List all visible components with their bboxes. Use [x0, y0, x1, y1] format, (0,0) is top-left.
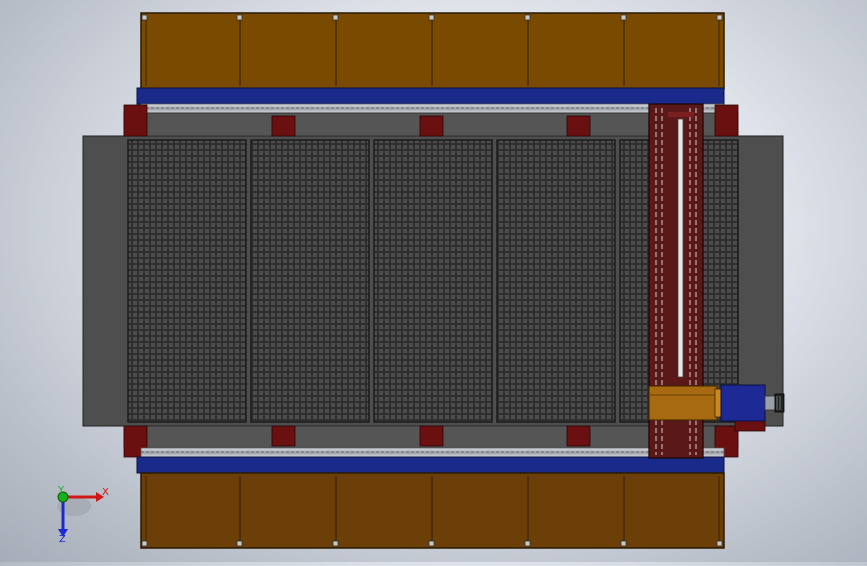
triad-y-label: Y [57, 485, 65, 496]
coordinate-triad: X Y Z [57, 485, 109, 545]
triad-x-label: X [102, 487, 109, 498]
model-view: X Y Z [57, 12, 785, 549]
cad-viewport[interactable]: X Y Z [0, 0, 867, 562]
triad-z-label: Z [59, 534, 66, 545]
bottom-wood-crate [140, 472, 725, 549]
top-blue-rail [136, 87, 725, 105]
cutting-grid-panels [127, 139, 739, 423]
bottom-blue-rail [136, 456, 725, 474]
top-wood-crate [140, 12, 725, 90]
